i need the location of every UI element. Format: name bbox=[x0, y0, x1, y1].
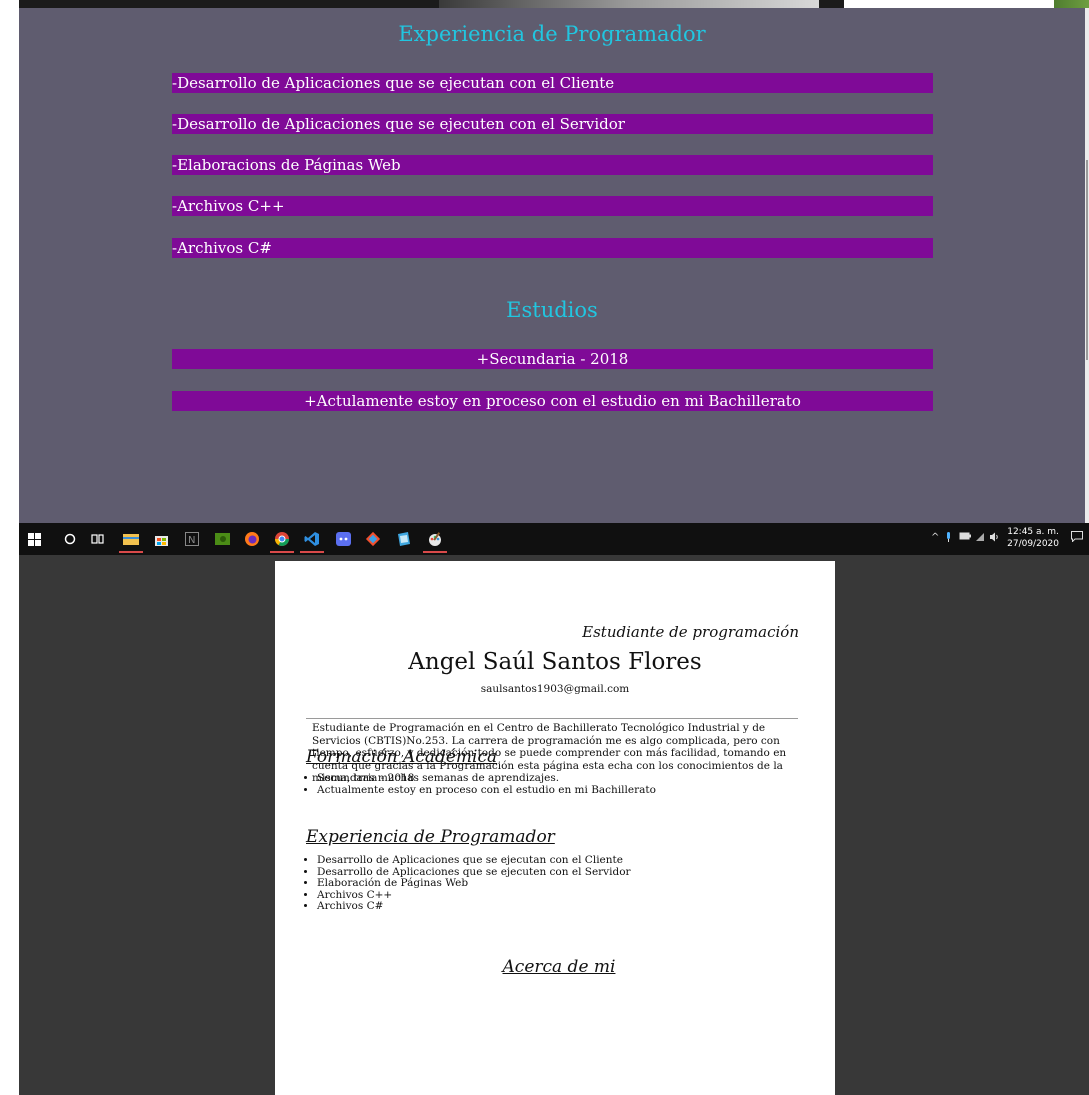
task-view-icon[interactable] bbox=[88, 530, 106, 548]
clock[interactable]: 12:45 a. m. 27/09/2020 bbox=[1007, 526, 1059, 550]
battery-icon[interactable] bbox=[959, 532, 971, 543]
education-list: Secundaria - 2018 Actualmente estoy en p… bbox=[299, 772, 656, 797]
list-item: Desarrollo de Aplicaciones que se ejecut… bbox=[317, 854, 631, 867]
system-tray: ^ 12:45 a. m. 27/09/2020 bbox=[919, 523, 1089, 555]
divider bbox=[306, 718, 798, 719]
windows-taskbar: N ^ 12:45 a. m. 27/09/2020 bbox=[19, 523, 1089, 555]
list-item: Secundaria - 2018 bbox=[317, 772, 656, 785]
search-circle-icon[interactable] bbox=[61, 530, 79, 548]
experience-item: -Desarrollo de Aplicaciones que se ejecu… bbox=[172, 73, 933, 93]
list-item: Elaboración de Páginas Web bbox=[317, 877, 631, 890]
experience-title: Experiencia de Programador bbox=[398, 22, 706, 46]
top-window-strip bbox=[19, 0, 1089, 8]
left-margin bbox=[0, 0, 19, 1095]
clock-date: 27/09/2020 bbox=[1007, 539, 1059, 549]
scrollbar-thumb[interactable] bbox=[1086, 160, 1088, 360]
windows-start-icon[interactable] bbox=[25, 530, 43, 548]
experience-item: -Archivos C# bbox=[172, 238, 933, 258]
experience-item: -Archivos C++ bbox=[172, 196, 933, 216]
speaker-icon[interactable] bbox=[989, 532, 1000, 545]
discord-icon[interactable] bbox=[334, 530, 352, 548]
experience-heading: Experiencia de Programador bbox=[306, 827, 555, 847]
git-icon[interactable] bbox=[364, 530, 382, 548]
experience-list: Desarrollo de Aplicaciones que se ejecut… bbox=[299, 854, 631, 913]
document-subtitle: Estudiante de programación bbox=[582, 623, 799, 641]
about-heading: Acerca de mi bbox=[502, 957, 616, 977]
wifi-icon[interactable] bbox=[975, 532, 985, 545]
firefox-icon[interactable] bbox=[243, 530, 261, 548]
screenshot: Experiencia de Programador -Desarrollo d… bbox=[0, 0, 1089, 1095]
experience-item: -Elaboracions de Páginas Web bbox=[172, 155, 933, 175]
studies-item: +Actulamente estoy en proceso con el est… bbox=[172, 391, 933, 411]
vscode-icon[interactable] bbox=[300, 530, 324, 553]
chevron-up-icon[interactable]: ^ bbox=[931, 532, 939, 543]
file-explorer-icon[interactable] bbox=[119, 530, 143, 553]
chrome-icon[interactable] bbox=[270, 530, 294, 553]
list-item: Actualmente estoy en proceso con el estu… bbox=[317, 784, 656, 797]
document-email: saulsantos1903@gmail.com bbox=[480, 683, 630, 695]
paint-icon[interactable] bbox=[423, 530, 447, 553]
clock-time: 12:45 a. m. bbox=[1007, 527, 1059, 537]
list-item: Archivos C# bbox=[317, 900, 631, 913]
app-icon[interactable] bbox=[395, 530, 413, 548]
studies-title: Estudios bbox=[506, 298, 598, 322]
document-page: Estudiante de programación Angel Saúl Sa… bbox=[275, 561, 835, 1095]
studies-item: +Secundaria - 2018 bbox=[172, 349, 933, 369]
experience-item: -Desarrollo de Aplicaciones que se ejecu… bbox=[172, 114, 933, 134]
notion-icon[interactable]: N bbox=[183, 530, 201, 548]
document-name: Angel Saúl Santos Flores bbox=[408, 649, 702, 675]
store-icon[interactable] bbox=[152, 530, 170, 548]
microphone-icon[interactable] bbox=[945, 532, 952, 546]
svg-text:N: N bbox=[188, 535, 195, 546]
education-heading: Formación Académica bbox=[306, 747, 498, 767]
nvidia-icon[interactable] bbox=[213, 530, 231, 548]
notification-icon[interactable] bbox=[1071, 531, 1083, 545]
